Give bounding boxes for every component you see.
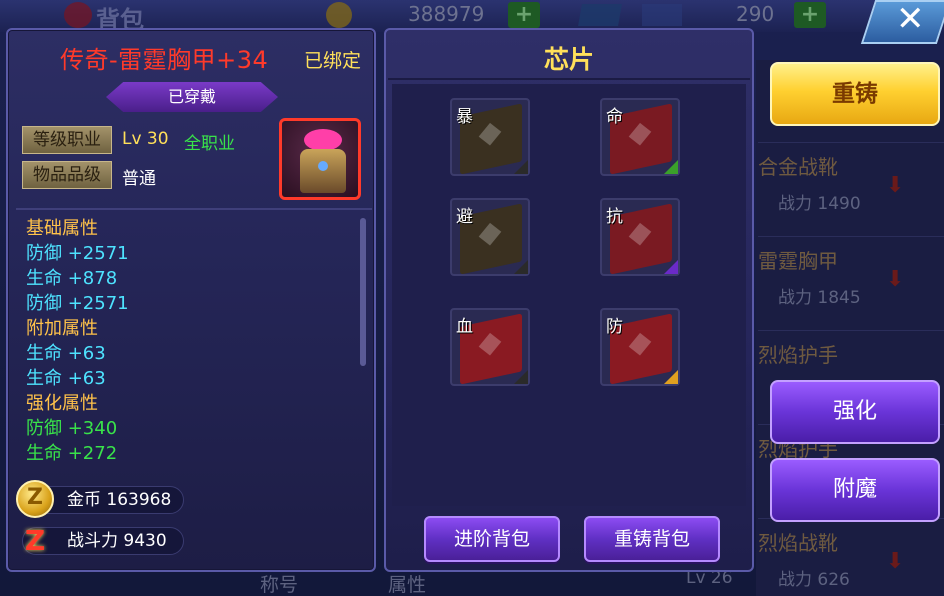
stat-section-header: 基础属性: [26, 218, 98, 239]
chip-rarity-corner: [664, 370, 678, 384]
list-item-name: 烈焰战靴: [758, 531, 838, 555]
diamond-icon: [578, 4, 622, 26]
stat-line: 防御 +2571: [26, 293, 129, 314]
chip-slot-resist[interactable]: 抗: [600, 198, 680, 276]
class-value: 全职业: [184, 134, 235, 154]
stat-line: 生命 +63: [26, 368, 106, 389]
gold-amount: 388979: [408, 2, 485, 26]
down-arrow-icon: ⬇: [886, 267, 905, 292]
divider: [16, 208, 372, 210]
diamond-amount: 290: [736, 2, 775, 26]
chip-slot-hit[interactable]: 命: [600, 98, 680, 176]
chip-slot-defense[interactable]: 防: [600, 308, 680, 386]
down-arrow-icon: ⬇: [886, 549, 905, 574]
list-item-power: 战力 1845: [778, 288, 861, 308]
list-item-power: 战力 626: [778, 570, 850, 590]
item-name: 传奇-雷霆胸甲+34: [60, 46, 269, 74]
bag-tab-icon: [64, 2, 92, 28]
list-item-name: 合金战靴: [758, 155, 838, 179]
level-class-key: 等级职业: [22, 126, 112, 154]
stat-line: 生命 +272: [26, 443, 118, 464]
stat-line: 防御 +2571: [26, 243, 129, 264]
list-item-name: 烈焰护手: [758, 343, 838, 367]
quality-key: 物品品级: [22, 161, 112, 189]
enchant-button[interactable]: 附魔: [770, 458, 940, 522]
chip-slot-dodge[interactable]: 避: [450, 198, 530, 276]
stat-scrollbar[interactable]: [360, 218, 366, 366]
gold-label: 金币 163968: [67, 490, 172, 510]
chip-slot-crit[interactable]: 暴: [450, 98, 530, 176]
quality-value: 普通: [122, 169, 156, 189]
close-icon[interactable]: ✕: [896, 0, 925, 38]
chip-rarity-corner: [514, 160, 528, 174]
stat-line: 生命 +63: [26, 343, 106, 364]
item-title-bar: 传奇-雷霆胸甲+34 已绑定: [10, 34, 372, 78]
chip-panel-header: 芯片: [388, 32, 750, 80]
down-arrow-icon: ⬇: [886, 173, 905, 198]
chip-rarity-corner: [514, 370, 528, 384]
stat-line: 生命 +878: [26, 268, 118, 289]
ticket-icon: [642, 4, 682, 26]
chip-slot-label: 血: [456, 317, 473, 337]
list-item: 合金战靴 战力 1490 ⬇: [758, 142, 944, 226]
equipped-tag: 已穿戴: [106, 82, 278, 112]
chip-slot-area: 暴 命 避 抗 血 防: [392, 84, 746, 506]
stat-list: 基础属性 防御 +2571 生命 +878 防御 +2571 附加属性 生命 +…: [26, 216, 346, 466]
advance-bag-button[interactable]: 进阶背包: [424, 516, 560, 562]
chip-rarity-corner: [664, 160, 678, 174]
chip-rarity-corner: [664, 260, 678, 274]
chip-slot-label: 抗: [606, 207, 623, 227]
chip-slot-hp[interactable]: 血: [450, 308, 530, 386]
chest-armor-icon: [279, 118, 361, 200]
combat-power-label: 战斗力 9430: [67, 531, 167, 551]
list-item: 烈焰战靴 战力 626 ⬇: [758, 518, 944, 596]
background-bottom-tabs: 称号 属性: [230, 570, 430, 596]
add-gold-button[interactable]: +: [508, 2, 540, 28]
reforge-button[interactable]: 重铸: [770, 62, 940, 126]
chip-rarity-corner: [514, 260, 528, 274]
tab-attributes: 属性: [388, 574, 427, 596]
list-item-name: 雷霆胸甲: [758, 249, 838, 273]
combat-power-icon: Z: [24, 524, 46, 557]
stat-line: 防御 +340: [26, 418, 118, 439]
chip-slot-label: 防: [606, 317, 623, 337]
gold-coin-icon: Z: [16, 480, 54, 518]
add-diamond-button[interactable]: +: [794, 2, 826, 28]
stat-section-header: 附加属性: [26, 318, 98, 339]
tab-title: 称号: [260, 574, 299, 596]
list-item: 雷霆胸甲 战力 1845 ⬇: [758, 236, 944, 320]
bound-status: 已绑定: [304, 50, 362, 72]
reforge-bag-button[interactable]: 重铸背包: [584, 516, 720, 562]
chip-slot-label: 避: [456, 207, 473, 227]
stat-section-header: 强化属性: [26, 393, 98, 414]
equipment-detail-panel: 传奇-雷霆胸甲+34 已绑定 已穿戴 等级职业 Lv 30 全职业 物品品级 普…: [6, 28, 376, 572]
enhance-button[interactable]: 强化: [770, 380, 940, 444]
list-item-power: 战力 1490: [778, 194, 861, 214]
level-value: Lv 30: [122, 129, 169, 149]
chip-panel: 芯片 暴 命 避 抗 血 防 进阶背包 重铸背包: [384, 28, 754, 572]
gold-coin-icon: [326, 2, 352, 28]
chip-panel-title: 芯片: [543, 45, 594, 74]
chip-slot-label: 命: [606, 107, 623, 127]
chip-slot-label: 暴: [456, 107, 473, 127]
